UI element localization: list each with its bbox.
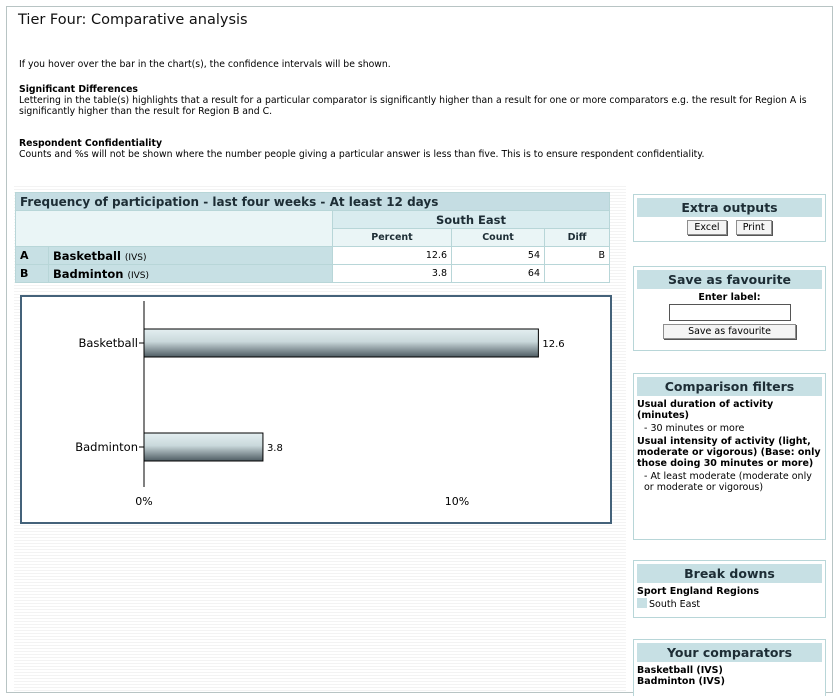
row-letter: B [15, 264, 49, 283]
breakdowns-title: Break downs [637, 564, 822, 583]
comparator-item: Badminton (IVS) [637, 676, 725, 687]
filter-value: - At least moderate (moderate only or mo… [644, 471, 812, 493]
row-label: Basketball (IVS) [48, 246, 333, 265]
page-title: Tier Four: Comparative analysis [18, 12, 248, 28]
table-title: Frequency of participation - last four w… [15, 192, 610, 211]
excel-button[interactable]: Excel [687, 220, 727, 235]
confidentiality-section: Respondent Confidentiality Counts and %s… [19, 138, 824, 160]
table-blank-cell [15, 210, 333, 247]
hover-note: If you hover over the bar in the chart(s… [19, 59, 391, 70]
favourite-button-row: Save as favourite [634, 324, 825, 339]
favourite-label-caption: Enter label: [698, 292, 761, 303]
breakdown-color-swatch [637, 598, 647, 608]
column-header-percent: Percent [332, 228, 452, 247]
confidentiality-heading: Respondent Confidentiality [19, 138, 162, 149]
table-region-row: South East [15, 210, 610, 247]
cell-percent: 3.8 [332, 264, 452, 283]
filter-heading: Usual duration of activity (minutes) [637, 399, 774, 421]
filter-heading: Usual intensity of activity (light, mode… [637, 436, 821, 469]
save-favourite-title: Save as favourite [637, 270, 822, 289]
column-header-count: Count [451, 228, 545, 247]
row-label-name: Badminton [53, 266, 124, 281]
column-header-diff: Diff [544, 228, 610, 247]
cell-count: 64 [451, 264, 545, 283]
bar-value-label: 12.6 [542, 339, 564, 350]
cell-count: 54 [451, 246, 545, 265]
extra-outputs-buttons: Excel Print [634, 220, 825, 235]
row-label-tag: (IVS) [124, 252, 147, 263]
x-tick-label: 0% [135, 495, 152, 508]
category-label: Basketball [79, 336, 139, 350]
row-label-tag: (IVS) [127, 270, 150, 281]
x-tick-label: 10% [445, 495, 469, 508]
save-favourite-panel: Save as favourite Enter label: Save as f… [633, 266, 826, 351]
extra-outputs-title: Extra outputs [637, 198, 822, 217]
category-label: Badminton [75, 440, 138, 454]
comparator-item: Basketball (IVS) [637, 665, 723, 676]
significant-differences-text: Lettering in the table(s) highlights tha… [19, 95, 807, 117]
comparison-filters-title: Comparison filters [637, 377, 822, 396]
save-favourite-button[interactable]: Save as favourite [663, 324, 796, 339]
row-label-name: Basketball [53, 248, 121, 263]
breakdowns-group: Sport England Regions [637, 586, 760, 597]
row-label: Badminton (IVS) [48, 264, 333, 283]
table-row: B Badminton (IVS) 3.8 64 [15, 264, 610, 283]
breakdowns-panel: Break downs Sport England Regions South … [633, 560, 826, 618]
bar [143, 328, 539, 358]
results-table: Frequency of participation - last four w… [15, 192, 610, 283]
row-letter: A [15, 246, 49, 265]
significant-differences-section: Significant Differences Lettering in the… [19, 84, 824, 117]
comparators-title: Your comparators [637, 643, 822, 662]
bar-value-label: 3.8 [267, 443, 283, 454]
filter-value: - 30 minutes or more [644, 423, 745, 434]
region-header: South East [332, 210, 610, 229]
favourite-input-row [634, 304, 825, 321]
significant-differences-heading: Significant Differences [19, 84, 138, 95]
breakdowns-item-label: South East [649, 599, 701, 610]
bar-chart-svg: 0% 10% Basketball 12.6 Badminton 3.8 [75, 301, 565, 508]
bar [143, 432, 264, 462]
table-row: A Basketball (IVS) 12.6 54 B [15, 246, 610, 265]
comparison-filters-panel: Comparison filters Usual duration of act… [633, 373, 826, 540]
table-title-row: Frequency of participation - last four w… [15, 192, 610, 211]
comparators-panel: Your comparators Basketball (IVS) Badmin… [633, 639, 826, 696]
breakdowns-item: South East [634, 598, 825, 610]
cell-diff: B [544, 246, 610, 265]
bar-chart: 0% 10% Basketball 12.6 Badminton 3.8 [20, 295, 612, 524]
cell-diff [544, 264, 610, 283]
print-button[interactable]: Print [735, 220, 772, 235]
confidentiality-text: Counts and %s will not be shown where th… [19, 149, 705, 160]
favourite-label-input[interactable] [668, 304, 791, 321]
extra-outputs-panel: Extra outputs Excel Print [633, 194, 826, 242]
cell-percent: 12.6 [332, 246, 452, 265]
filters-list: Usual duration of activity (minutes) - 3… [634, 399, 825, 493]
